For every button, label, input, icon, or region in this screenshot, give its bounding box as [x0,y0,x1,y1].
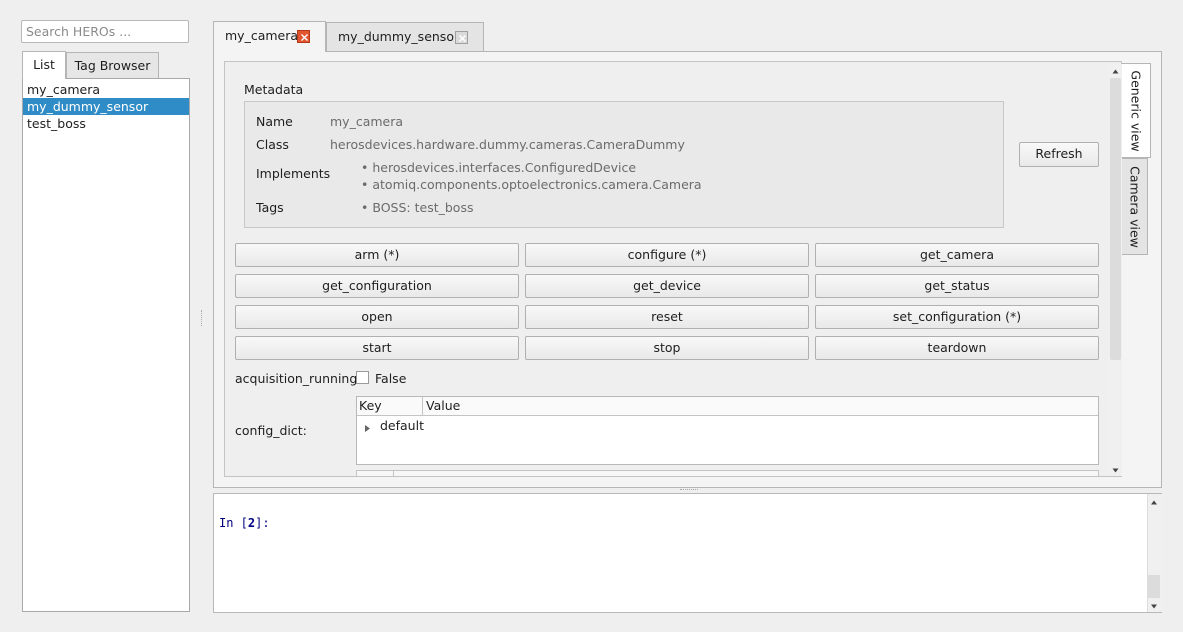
acquisition-running-label: acquisition_running: [235,371,362,386]
close-icon[interactable] [297,30,310,43]
splitter-handle[interactable] [680,489,698,492]
method-button-configure[interactable]: configure (*) [525,243,809,267]
method-button-stop[interactable]: stop [525,336,809,360]
method-button-get-status[interactable]: get_status [815,274,1099,298]
close-icon[interactable] [455,31,468,44]
tab-my-camera[interactable]: my_camera [213,21,326,52]
tab-camera-view[interactable]: Camera view [1122,158,1148,255]
scroll-up-arrow-icon[interactable] [1110,65,1121,76]
tag-item: • BOSS: test_boss [361,200,474,215]
column-divider [422,397,423,415]
console-scroll-down-arrow-icon[interactable] [1148,600,1160,611]
method-button-get-camera[interactable]: get_camera [815,243,1099,267]
list-item[interactable]: test_boss [23,115,189,132]
class-value: herosdevices.hardware.dummy.cameras.Came… [330,137,685,152]
splitter-handle[interactable] [201,310,204,326]
tab-camera-view-label: Camera view [1127,165,1142,248]
divider [393,470,394,476]
tab-list[interactable]: List [22,51,66,79]
method-button-arm[interactable]: arm (*) [235,243,519,267]
implements-item: • atomiq.components.optoelectronics.came… [361,177,702,192]
ipython-console[interactable] [213,493,1162,613]
method-button-start[interactable]: start [235,336,519,360]
tab-list-label: List [33,57,55,72]
console-scroll-up-arrow-icon[interactable] [1148,496,1160,507]
implements-label: Implements [256,166,331,181]
tab-tag-browser[interactable]: Tag Browser [66,52,159,78]
tab-generic-view[interactable]: Generic view [1122,63,1151,158]
tags-label: Tags [256,200,284,215]
method-button-get-device[interactable]: get_device [525,274,809,298]
acquisition-running-checkbox[interactable] [356,371,369,384]
list-item[interactable]: my_camera [23,81,189,98]
metadata-title: Metadata [244,82,304,97]
acquisition-running-value: False [375,371,407,386]
config-dict-label: config_dict: [235,423,307,438]
class-label: Class [256,137,289,152]
scrollbar-thumb[interactable] [1110,78,1121,360]
next-property-partial [356,470,1099,476]
tab-my-camera-label: my_camera [225,28,299,43]
console-prompt: In [2]: [219,516,270,530]
tab-generic-view-label: Generic view [1128,69,1144,152]
console-scrollbar-thumb[interactable] [1148,575,1160,598]
tree-header [357,397,1098,416]
tab-my-dummy-sensor[interactable]: my_dummy_sensor [326,22,484,51]
method-button-get-configuration[interactable]: get_configuration [235,274,519,298]
column-header-value[interactable]: Value [426,398,460,413]
name-label: Name [256,114,293,129]
column-header-key[interactable]: Key [359,398,382,413]
method-button-set-configuration[interactable]: set_configuration (*) [815,305,1099,329]
method-button-reset[interactable]: reset [525,305,809,329]
hero-list: my_camera my_dummy_sensor test_boss [22,78,190,612]
scroll-down-arrow-icon[interactable] [1110,464,1121,475]
tree-row-key[interactable]: default [380,418,424,433]
expand-arrow-icon[interactable] [364,421,371,436]
search-input[interactable] [21,20,189,43]
name-value: my_camera [330,114,404,129]
list-item[interactable]: my_dummy_sensor [23,98,189,115]
tab-tag-browser-label: Tag Browser [74,58,151,73]
refresh-button[interactable]: Refresh [1019,142,1099,167]
implements-item: • herosdevices.interfaces.ConfiguredDevi… [361,160,637,175]
method-button-teardown[interactable]: teardown [815,336,1099,360]
method-button-open[interactable]: open [235,305,519,329]
tab-my-dummy-sensor-label: my_dummy_sensor [338,29,460,44]
